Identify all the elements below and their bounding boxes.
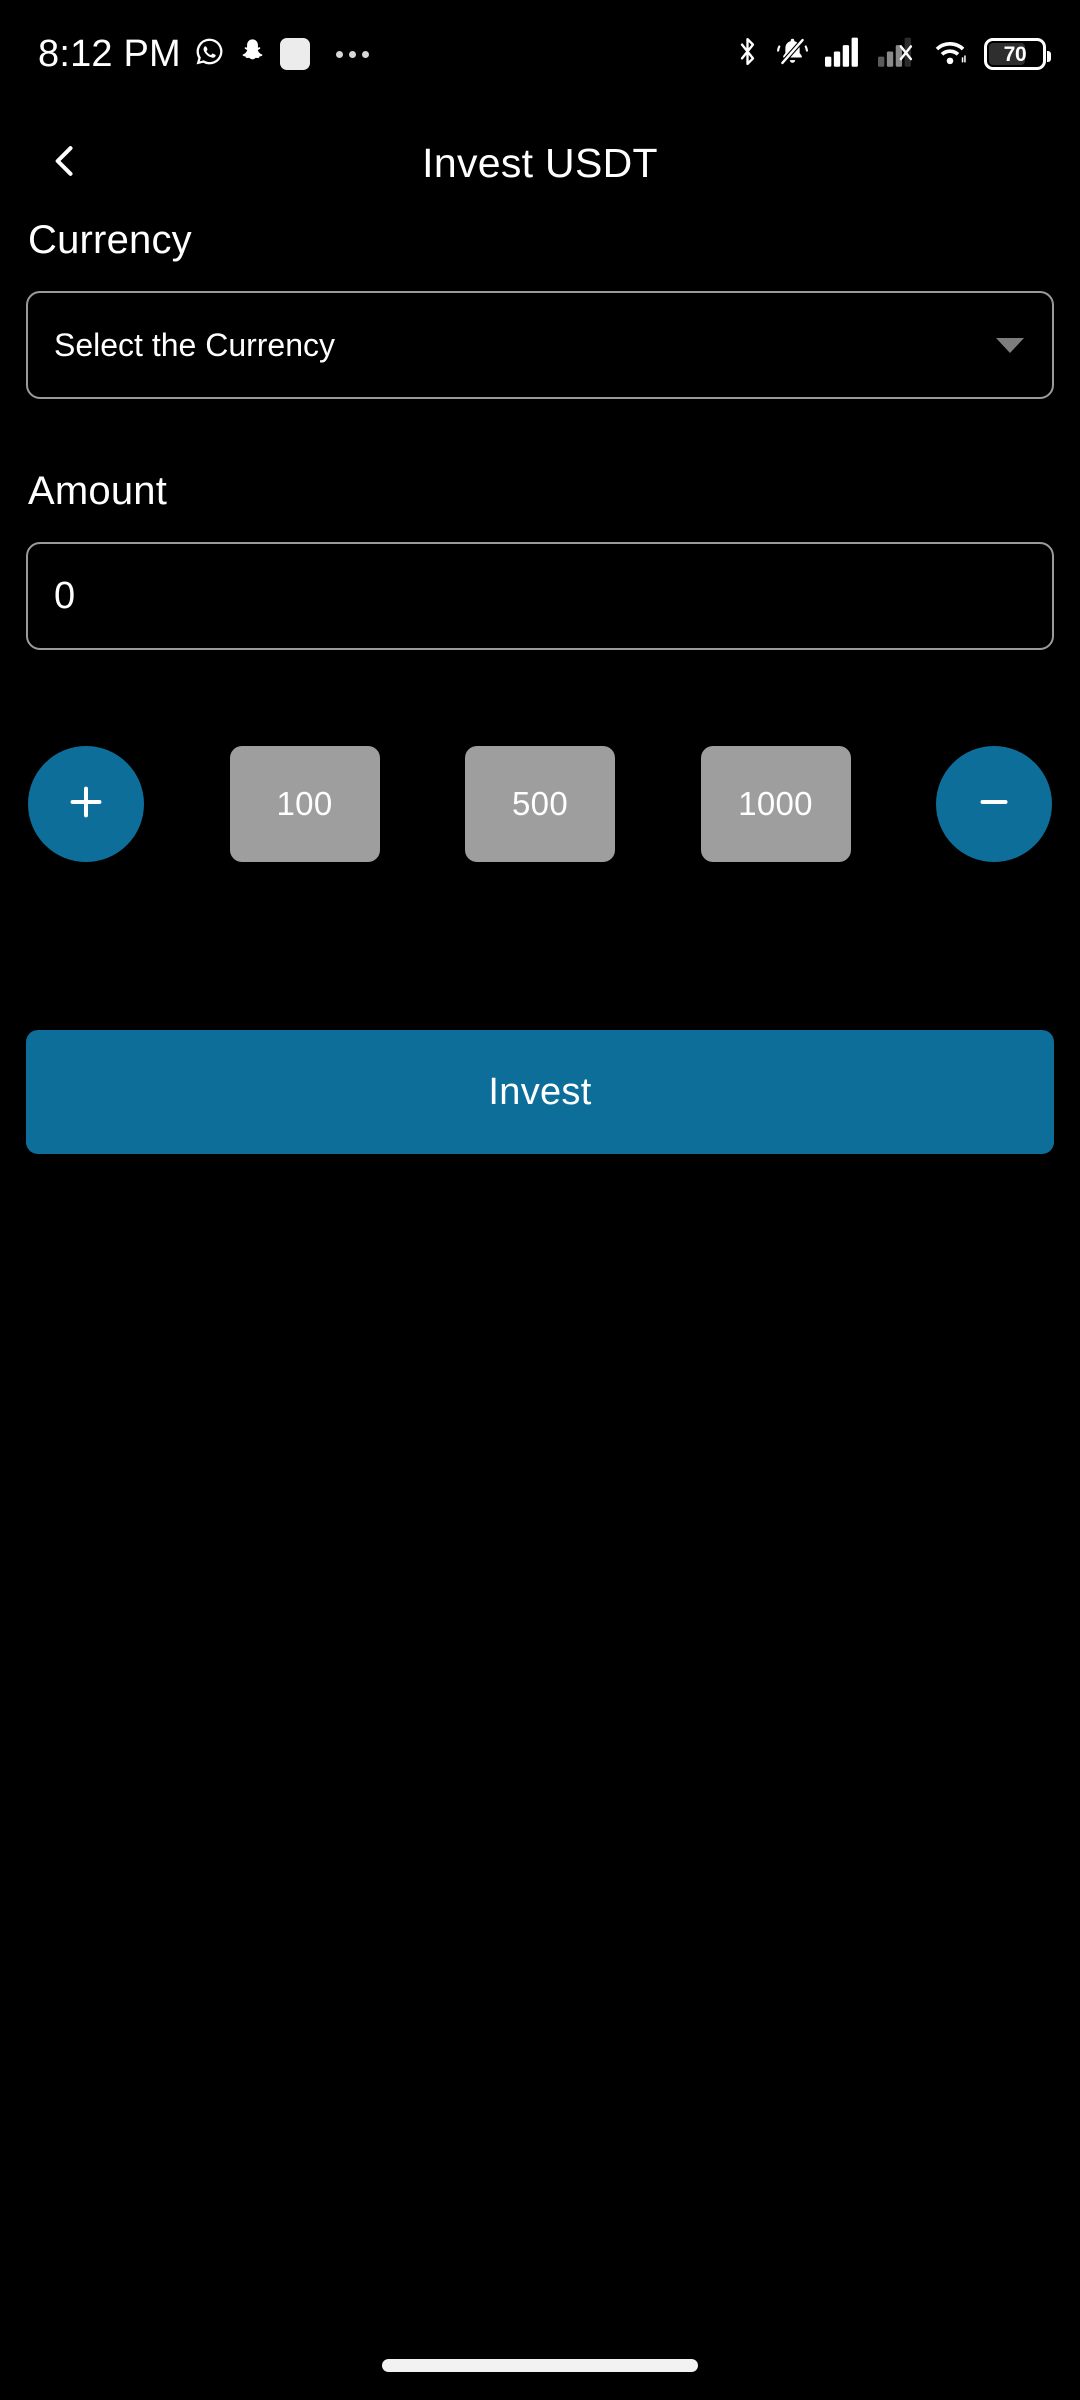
preset-amount-label: 100	[276, 785, 333, 822]
app-bar: Invest USDT	[0, 108, 1080, 218]
plus-icon	[63, 779, 109, 830]
minus-icon	[971, 779, 1017, 830]
chevron-down-icon	[996, 337, 1024, 353]
preset-amount-button[interactable]: 1000	[700, 746, 851, 862]
invest-button-label: Invest	[488, 1070, 592, 1113]
currency-select[interactable]: Select the Currency	[26, 291, 1054, 399]
currency-label: Currency	[28, 218, 192, 262]
amount-section: Amount	[26, 469, 1054, 650]
battery-level: 70	[1003, 42, 1027, 66]
amount-field-wrapper[interactable]	[26, 542, 1054, 650]
app-screen: 8:12 PM 70 Invest USDT Currency Select t…	[0, 0, 1080, 2400]
chevron-left-icon	[43, 139, 87, 188]
white-square-icon	[279, 38, 310, 70]
page-title: Invest USDT	[422, 139, 658, 186]
currency-select-value: Select the Currency	[54, 326, 336, 363]
more-notifications-icon	[335, 50, 369, 58]
currency-section: Currency Select the Currency	[26, 218, 1054, 399]
preset-amount-label: 1000	[738, 785, 813, 822]
status-bar-right: 70	[735, 35, 1051, 73]
status-bar: 8:12 PM 70	[0, 0, 1080, 108]
amount-stepper-row: 100 500 1000	[26, 746, 1054, 862]
snapchat-icon	[238, 37, 267, 71]
preset-amount-button[interactable]: 100	[229, 746, 380, 862]
bluetooth-icon	[735, 35, 760, 73]
invest-button[interactable]: Invest	[26, 1030, 1054, 1154]
decrement-button[interactable]	[936, 746, 1052, 862]
cellular-signal-icon	[825, 36, 863, 72]
back-button[interactable]	[28, 126, 102, 200]
amount-input[interactable]	[54, 574, 1026, 618]
system-navigation-bar	[0, 2330, 1080, 2400]
whatsapp-icon	[194, 36, 225, 72]
ringer-muted-icon	[775, 35, 810, 73]
status-bar-left: 8:12 PM	[38, 35, 369, 73]
battery-icon: 70	[984, 38, 1051, 70]
amount-label: Amount	[28, 469, 168, 513]
cellular-signal-no-service-icon	[878, 36, 916, 72]
home-indicator[interactable]	[382, 2358, 698, 2372]
increment-button[interactable]	[28, 746, 144, 862]
wifi-icon	[931, 36, 969, 72]
status-time: 8:12 PM	[38, 33, 181, 75]
main-content: Currency Select the Currency Amount 0 10…	[0, 218, 1080, 2330]
preset-amount-label: 500	[512, 785, 568, 822]
preset-amount-button[interactable]: 500	[465, 746, 615, 862]
